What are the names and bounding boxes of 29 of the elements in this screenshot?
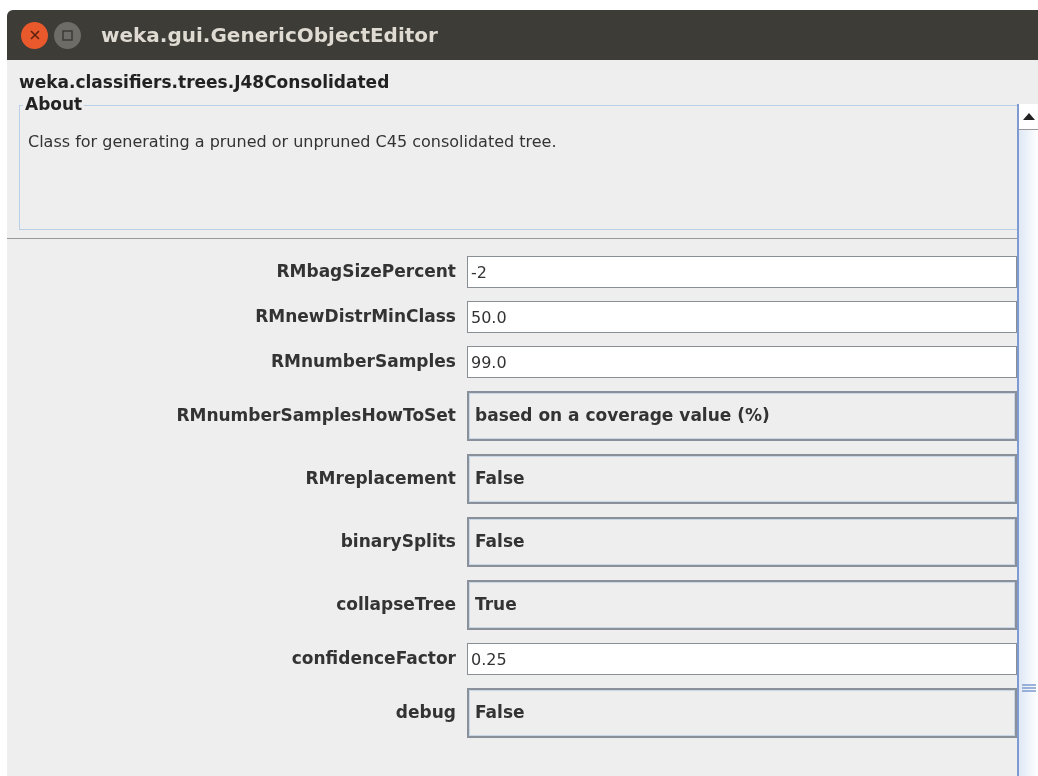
property-label: RMnewDistrMinClass [254, 305, 457, 329]
property-label: RMnumberSamples [269, 350, 457, 374]
text-field[interactable]: 50.0 [467, 301, 1017, 333]
value-selector[interactable]: True [467, 580, 1017, 630]
window-title: weka.gui.GenericObjectEditor [101, 22, 438, 49]
class-name: weka.classifiers.trees.J48Consolidated [18, 71, 391, 92]
value-selector[interactable]: False [467, 688, 1017, 738]
scrollbar[interactable] [1017, 104, 1038, 776]
property-label: RMreplacement [304, 467, 457, 491]
property-label: RMnumberSamplesHowToSet [175, 404, 457, 428]
value-selector[interactable]: False [467, 517, 1017, 567]
text-field[interactable]: 99.0 [467, 346, 1017, 378]
property-label: collapseTree [335, 593, 457, 617]
scroll-up-button[interactable] [1019, 104, 1038, 130]
grip-icon [1021, 684, 1036, 692]
property-label: RMbagSizePercent [275, 260, 457, 284]
close-button[interactable] [21, 21, 48, 49]
maximize-button[interactable] [54, 21, 81, 49]
about-text: Class for generating a pruned or unpruned C45 consolidated tree. [27, 131, 558, 153]
maximize-icon [62, 29, 73, 41]
value-selector[interactable]: based on a coverage value (%) [467, 391, 1017, 441]
property-label: confidenceFactor [290, 647, 457, 671]
value-selector[interactable]: False [467, 454, 1017, 504]
close-icon [29, 30, 40, 40]
text-field[interactable]: -2 [467, 256, 1017, 288]
property-label: binarySplits [339, 530, 457, 554]
text-field[interactable]: 0.25 [467, 643, 1017, 675]
property-label: debug [394, 701, 457, 725]
up-arrow-icon [1022, 113, 1035, 120]
